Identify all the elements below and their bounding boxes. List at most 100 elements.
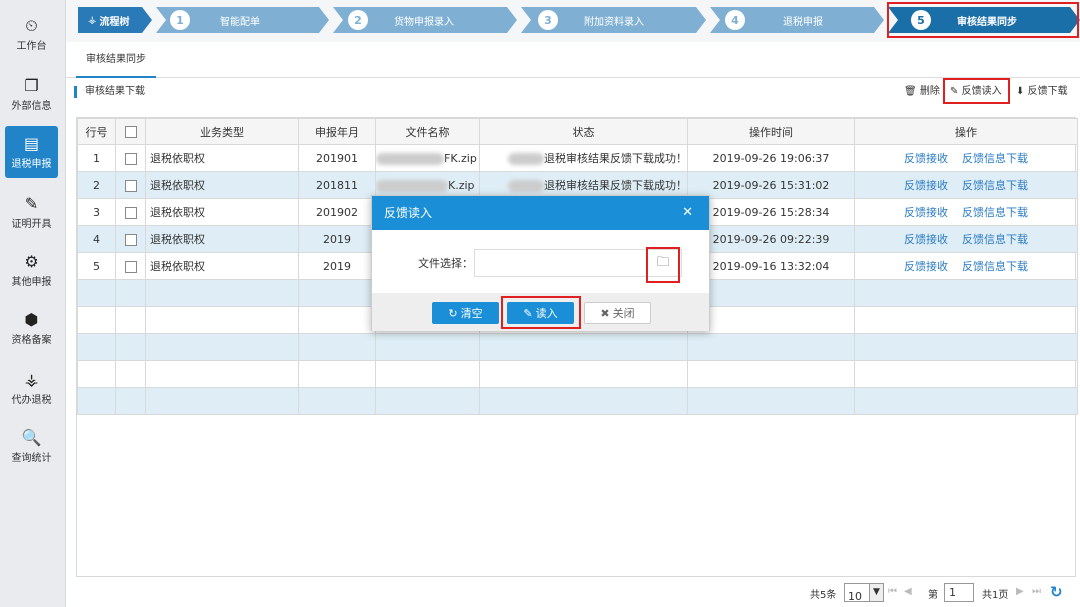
prev-page-icon[interactable]: ◀ [904,586,912,597]
row-type: 退税依职权 [145,144,299,172]
close-label: 关闭 [612,307,635,320]
row-type: 退税依职权 [145,198,299,226]
dashboard-icon: ⏲ [25,15,38,35]
row-time: 2019-09-16 13:32:04 [687,252,855,280]
total-pages: 共1页 [982,590,1009,601]
feedback-receive-link[interactable]: 反馈接收 [904,152,948,165]
row-type: 退税依职权 [145,225,299,253]
close-icon[interactable]: ✕ [682,196,693,230]
step-3[interactable]: 3 附加资料录入 [538,7,644,33]
feedback-receive-link[interactable]: 反馈接收 [904,260,948,273]
results-table: 行号 业务类型 申报年月 文件名称 状态 操作时间 操作 1 退税依职权 201… [76,117,1078,577]
file-select-label: 文件选择： [418,257,473,270]
feedback-receive-link[interactable]: 反馈接收 [904,206,948,219]
header-row-no: 行号 [77,118,116,145]
row-checkbox[interactable] [124,233,137,246]
highlight-box [887,2,1079,38]
step-number: 2 [348,10,368,30]
page-label: 第 [928,590,938,601]
row-no: 1 [77,144,116,172]
feedback-receive-link[interactable]: 反馈接收 [904,179,948,192]
sidebar-item-label: 外部信息 [11,100,52,112]
sidebar-item-tax-refund[interactable]: ▤ 退税申报 [5,126,58,178]
feedback-info-download-link[interactable]: 反馈信息下载 [962,179,1028,192]
feedback-info-download-link[interactable]: 反馈信息下载 [962,260,1028,273]
row-status: 退税审核结果反馈下载成功！ [544,179,687,192]
sidebar-item-label: 资格备案 [11,334,52,346]
step-label: 附加资料录入 [584,16,644,28]
sidebar-item-other-declare[interactable]: ⚙ 其他申报 [5,244,58,296]
feedback-info-download-link[interactable]: 反馈信息下载 [962,152,1028,165]
header-type: 业务类型 [145,118,299,145]
step-label: 退税申报 [783,16,823,28]
header-action: 操作 [854,118,1078,145]
sidebar-item-label: 其他申报 [11,276,52,288]
row-checkbox[interactable] [124,179,137,192]
header-select-all[interactable] [115,118,146,145]
sidebar-item-label: 代办退税 [11,394,52,406]
sidebar-item-external-info[interactable]: ❐ 外部信息 [5,68,58,120]
header-period: 申报年月 [298,118,376,145]
row-period: 2019 [298,252,376,280]
clear-button[interactable]: ↻ 清空 [432,302,499,324]
row-no: 5 [77,252,116,280]
row-no: 4 [77,225,116,253]
first-page-icon[interactable]: ⏮ [888,586,897,597]
sidebar-item-label: 证明开具 [11,218,52,230]
row-period: 201902 [298,198,376,226]
refresh-icon[interactable]: ↻ [1050,583,1063,601]
row-checkbox[interactable] [124,152,137,165]
sidebar-item-dashboard[interactable]: ⏲ 工作台 [5,8,58,60]
feedback-receive-link[interactable]: 反馈接收 [904,233,948,246]
table-row-empty [77,387,1078,415]
page-input[interactable]: 1 [944,583,974,602]
row-checkbox[interactable] [124,260,137,273]
next-page-icon[interactable]: ▶ [1016,586,1024,597]
feedback-download-button[interactable]: ⬇ 反馈下载 [1016,84,1068,100]
gears-icon: ⚙ [24,251,39,271]
chevron-down-icon: ▼ [869,584,883,601]
feedback-download-label: 反馈下载 [1027,86,1068,97]
sidebar-item-label: 工作台 [16,40,47,52]
step-2[interactable]: 2 货物申报录入 [348,7,454,33]
row-no: 3 [77,198,116,226]
sitemap-icon: ⚶ [24,369,39,389]
highlight-box [646,247,680,283]
row-period: 201901 [298,144,376,172]
step-1[interactable]: 1 智能配单 [170,7,260,33]
step-root[interactable]: ⚶ 流程树 [88,7,130,33]
row-no: 2 [77,171,116,199]
delete-label: 删除 [919,86,940,97]
last-page-icon[interactable]: ⏭ [1032,586,1041,597]
select-all-checkbox[interactable] [124,126,137,138]
feedback-info-download-link[interactable]: 反馈信息下载 [962,206,1028,219]
section-title: 审核结果下载 [74,86,145,98]
sidebar-item-agent-refund[interactable]: ⚶ 代办退税 [5,362,58,414]
row-time: 2019-09-26 09:22:39 [687,225,855,253]
row-status: 退税审核结果反馈下载成功！ [544,152,687,165]
highlight-box [943,78,1010,104]
table-row: 1 退税依职权 201901 FK.zip 退税审核结果反馈下载成功！ 2019… [77,144,1078,172]
close-button[interactable]: ✖ 关闭 [584,302,651,324]
sidebar-item-qualification[interactable]: ⬢ 资格备案 [5,302,58,354]
sidebar-item-query[interactable]: 🔍 查询统计 [5,420,58,472]
row-type: 退税依职权 [145,171,299,199]
row-period: 201811 [298,171,376,199]
process-steps: ⚶ 流程树 1 智能配单 2 货物申报录入 3 附加资料录入 4 退税申报 5 … [66,0,1080,42]
feedback-info-download-link[interactable]: 反馈信息下载 [962,233,1028,246]
page-size-select[interactable]: 10 ▼ [844,583,884,603]
step-label: 智能配单 [220,16,260,28]
sidebar-item-certificate[interactable]: ✎ 证明开具 [5,186,58,238]
step-number: 3 [538,10,558,30]
step-number: 4 [725,10,745,30]
header-status: 状态 [479,118,688,145]
tab-audit-sync[interactable]: 审核结果同步 [76,42,156,78]
windows-icon: ❐ [24,75,39,95]
download-icon: ⬇ [1016,86,1025,97]
delete-button[interactable]: 🗑 删除 [904,84,940,100]
feedback-read-dialog: 反馈读入 ✕ 文件选择： 🗀 ↻ 清空 ✎ 读入 ✖ 关闭 [371,195,710,331]
step-4[interactable]: 4 退税申报 [725,7,823,33]
total-count: 共5条 [810,590,837,601]
toolbar: 审核结果下载 🗑 删除 ✎ 反馈读入 ⬇ 反馈下载 [66,78,1080,104]
row-checkbox[interactable] [124,206,137,219]
